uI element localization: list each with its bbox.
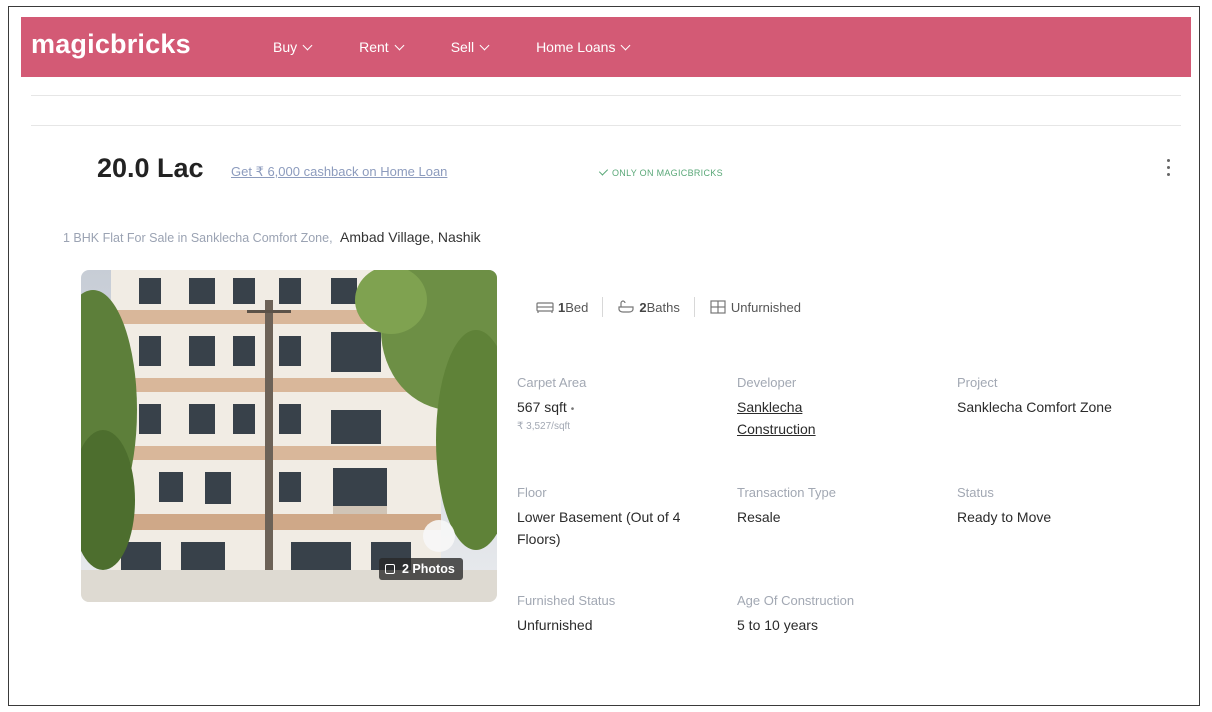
spec-furnished-status: Furnished Status Unfurnished [517, 593, 717, 636]
badge-label: ONLY ON MAGICBRICKS [612, 168, 723, 178]
listing-price: 20.0 Lac [97, 153, 204, 183]
spec-label: Carpet Area [517, 375, 587, 390]
baths-label: Baths [646, 299, 680, 315]
nav-item-label: Sell [450, 39, 475, 55]
age-value: 5 to 10 years [737, 617, 818, 633]
nav-item-label: Buy [273, 39, 298, 55]
baths-count: 2 [639, 299, 647, 315]
cashback-link[interactable]: Get ₹ 6,000 cashback on Home Loan [231, 164, 447, 180]
nav-item-buy[interactable]: Buy [273, 39, 313, 55]
spec-transaction-type: Transaction Type Resale [737, 485, 937, 528]
amenities-row: 1 Bed 2 Baths Unfurnished [536, 297, 815, 317]
spec-label: Project [957, 375, 998, 390]
top-nav-bar: magicbricks Buy Rent Sell Home Loans [21, 17, 1191, 77]
furnishing-info: Unfurnished [709, 300, 801, 315]
spec-project: Project Sanklecha Comfort Zone [957, 375, 1197, 418]
spec-age-of-construction: Age Of Construction 5 to 10 years [737, 593, 937, 636]
baths-info: 2 Baths [617, 299, 680, 315]
beds-label: Bed [565, 299, 589, 315]
exclusive-badge: ONLY ON MAGICBRICKS [598, 166, 723, 178]
floor-value: Lower Basement (Out of 4 Floors) [517, 509, 681, 547]
project-value[interactable]: Sanklecha Comfort Zone [957, 396, 1197, 418]
divider [602, 297, 604, 317]
property-photo[interactable]: 2 Photos [81, 270, 497, 602]
chevron-down-icon [302, 40, 313, 50]
check-icon [598, 166, 609, 176]
spec-floor: Floor Lower Basement (Out of 4 Floors) [517, 485, 717, 550]
spec-label: Developer [737, 375, 797, 390]
bed-icon [536, 302, 554, 313]
carpet-area-value: 567 sqft [517, 399, 567, 415]
furniture-icon [710, 300, 726, 314]
info-icon[interactable]: • [571, 404, 575, 415]
spec-status: Status Ready to Move [957, 485, 1157, 528]
developer-link[interactable]: Sanklecha Construction [737, 396, 867, 440]
spec-label: Status [957, 485, 994, 500]
transaction-value: Resale [737, 509, 781, 525]
divider [31, 95, 1181, 96]
photo-count-label: 2 Photos [402, 562, 455, 576]
spec-label: Transaction Type [737, 485, 836, 500]
spec-label: Furnished Status [517, 593, 616, 608]
magicbricks-logo[interactable]: magicbricks [31, 29, 191, 60]
nav-item-label: Home Loans [536, 39, 616, 55]
photo-count-badge[interactable]: 2 Photos [379, 558, 463, 580]
chevron-down-icon [394, 40, 405, 50]
spec-developer: Developer Sanklecha Construction [737, 375, 927, 440]
spec-label: Floor [517, 485, 547, 500]
chevron-down-icon [479, 40, 490, 50]
spec-carpet-area: Carpet Area 567 sqft • ₹ 3,527/sqft [517, 375, 717, 432]
bath-icon [618, 300, 634, 313]
spec-label: Age Of Construction [737, 593, 855, 608]
spec-value: 567 sqft • [517, 396, 717, 421]
listing-location: Ambad Village, Nashik [340, 229, 481, 245]
furnished-value: Unfurnished [517, 617, 593, 633]
property-listing-card[interactable]: 20.0 Lac Get ₹ 6,000 cashback on Home Lo… [41, 147, 1191, 692]
status-value: Ready to Move [957, 509, 1052, 525]
beds-info: 1 Bed [536, 300, 588, 315]
nav-item-sell[interactable]: Sell [450, 39, 490, 55]
furnishing-label: Unfurnished [730, 299, 801, 315]
gallery-icon [385, 564, 395, 574]
building-image [81, 270, 497, 602]
page-frame: magicbricks Buy Rent Sell Home Loans 20.… [8, 6, 1200, 706]
listing-title: 1 BHK Flat For Sale in Sanklecha Comfort… [63, 231, 333, 245]
listing-subtitle[interactable]: 1 BHK Flat For Sale in Sanklecha Comfort… [63, 229, 481, 245]
nav-item-rent[interactable]: Rent [359, 39, 405, 55]
nav-item-home-loans[interactable]: Home Loans [536, 39, 631, 55]
divider [693, 297, 695, 317]
divider [31, 125, 1181, 126]
chevron-down-icon [621, 40, 631, 50]
price-per-sqft: ₹ 3,527/sqft [517, 421, 571, 432]
more-options-icon[interactable] [1167, 159, 1171, 181]
nav-item-label: Rent [359, 39, 389, 55]
nav-menu: Buy Rent Sell Home Loans [273, 39, 677, 55]
beds-count: 1 [558, 299, 566, 315]
